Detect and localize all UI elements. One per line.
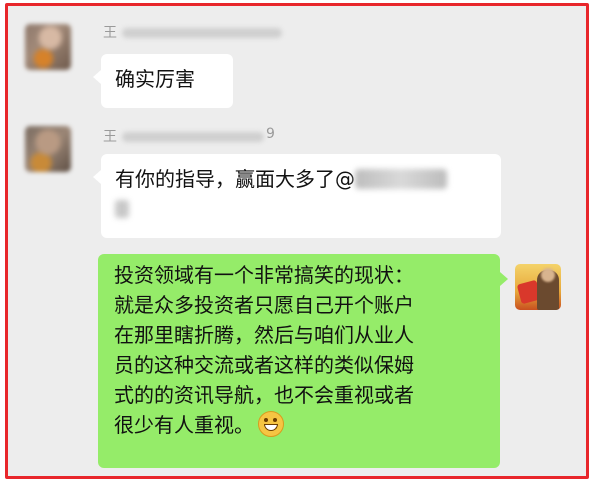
message-line: 在那里瞎折腾，然后与咱们从业人	[114, 323, 414, 347]
message-line: 很少有人重视。	[114, 413, 254, 437]
redacted-mention-tail	[115, 200, 129, 218]
grinning-face-icon	[258, 411, 284, 437]
message-text: 有你的指导，赢面大多了@	[115, 167, 355, 191]
sender-name: 王	[103, 126, 117, 146]
message-line: 式的的资讯导航，也不会重视或者	[114, 383, 414, 407]
sender-name-text: 王	[103, 129, 117, 145]
sender-name-suffix: 9	[266, 126, 275, 142]
message-line: 员的这种交流或者这样的类似保姆	[114, 353, 414, 377]
sender-name-text: 王	[103, 25, 117, 41]
message-line: 就是众多投资者只愿自己开个账户	[114, 293, 414, 317]
message-bubble[interactable]: 确实厉害	[93, 54, 233, 108]
message-line-last: 很少有人重视。	[114, 410, 484, 440]
avatar-face	[541, 268, 555, 282]
message-line: 投资领域有一个非常搞笑的现状：	[114, 263, 414, 287]
my-avatar[interactable]	[515, 264, 561, 310]
sender-name: 王	[103, 22, 117, 42]
redacted-mention	[355, 169, 447, 189]
my-message-bubble[interactable]: 投资领域有一个非常搞笑的现状： 就是众多投资者只愿自己开个账户 在那里瞎折腾，然…	[98, 254, 508, 468]
sender-avatar[interactable]	[25, 24, 71, 70]
message-text: 确实厉害	[115, 67, 195, 91]
sender-avatar[interactable]	[25, 126, 71, 172]
redacted-sender-id	[122, 28, 282, 38]
message-bubble[interactable]: 有你的指导，赢面大多了@	[93, 154, 501, 238]
sender-name-suffix-text: 9	[266, 126, 275, 142]
redacted-sender-id	[122, 132, 264, 142]
